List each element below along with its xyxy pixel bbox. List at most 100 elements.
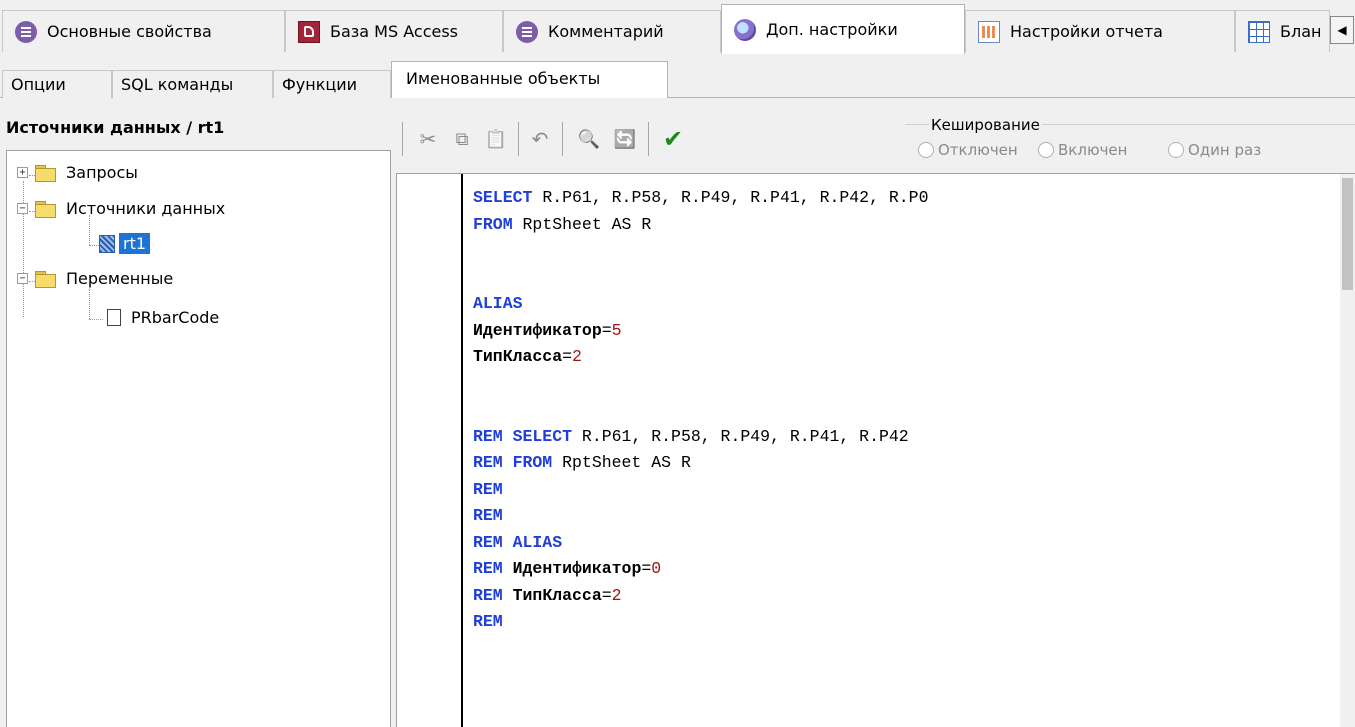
- radio-cache-once[interactable]: Один раз: [1168, 141, 1261, 159]
- report-settings-icon: [978, 20, 1000, 43]
- code-token: ТипКласса: [502, 585, 602, 605]
- find-replace-icon[interactable]: 🔄: [610, 124, 640, 154]
- radio-cache-off[interactable]: Отключен: [918, 141, 1018, 159]
- code-token: REM: [473, 559, 503, 578]
- tab-ms-access-db[interactable]: База MS Access: [285, 10, 503, 52]
- find-icon[interactable]: 🔍: [574, 124, 604, 154]
- code-token: 2: [611, 585, 622, 605]
- code-line: ALIAS: [473, 291, 929, 318]
- tree-item-label: Источники данных: [66, 199, 226, 218]
- tab-label: База MS Access: [330, 22, 458, 41]
- tree-item-queries[interactable]: + Запросы: [17, 163, 138, 182]
- paste-icon[interactable]: 📋: [482, 124, 510, 154]
- radio-label: Включен: [1058, 141, 1128, 159]
- code-token: REM SELECT: [473, 426, 573, 446]
- tab-basic-properties[interactable]: Основные свойства: [2, 10, 285, 52]
- code-token: 5: [611, 320, 622, 340]
- code-token: R.P61, R.P58, R.P49, R.P41, R.P42: [572, 426, 909, 446]
- code-line: SELECT R.P61, R.P58, R.P49, R.P41, R.P42…: [473, 185, 929, 212]
- code-token: Идентификатор: [473, 320, 602, 340]
- folder-icon: [34, 270, 56, 288]
- gutter-divider: [461, 174, 463, 727]
- document-icon: [107, 309, 121, 326]
- tree-item-variables[interactable]: − Переменные: [17, 269, 173, 288]
- tab-label: Комментарий: [548, 22, 664, 41]
- code-token: 0: [651, 559, 662, 578]
- apply-checkmark-icon[interactable]: ✔: [658, 124, 688, 154]
- tab-label: Основные свойства: [47, 22, 212, 41]
- document-purple-icon: [516, 20, 538, 43]
- tree-view[interactable]: + Запросы − Источники данных rt1 − Перем…: [6, 150, 391, 727]
- code-token: REM: [473, 506, 503, 525]
- radio-label: Один раз: [1188, 141, 1262, 159]
- cut-icon[interactable]: ✂: [414, 124, 442, 154]
- datasource-icon: [99, 234, 115, 253]
- code-token: REM: [473, 612, 503, 631]
- code-text[interactable]: SELECT R.P61, R.P58, R.P49, R.P41, R.P42…: [473, 185, 929, 636]
- tab-label: SQL команды: [121, 75, 234, 94]
- code-token: REM: [473, 585, 503, 605]
- tab-sql-commands[interactable]: SQL команды: [112, 70, 273, 98]
- tree-item-label: rt1: [119, 233, 151, 254]
- sub-tab-bar: Опции SQL команды Функции Именованные об…: [0, 58, 1355, 98]
- tab-additional-settings[interactable]: Доп. настройки: [721, 4, 965, 54]
- grid-form-icon: [1248, 20, 1270, 43]
- code-token: SELECT: [473, 188, 533, 207]
- undo-icon[interactable]: ↶: [526, 124, 554, 154]
- panel-title: Источники данных / rt1: [6, 118, 225, 137]
- radio-circle-icon: [1168, 142, 1184, 158]
- expand-icon[interactable]: +: [17, 167, 28, 178]
- code-token: REM FROM: [473, 453, 553, 472]
- code-line: ТипКласса=2: [473, 344, 929, 371]
- tab-options[interactable]: Опции: [2, 70, 112, 98]
- code-token: REM ALIAS: [473, 532, 563, 552]
- tab-named-objects[interactable]: Именованные объекты: [391, 61, 668, 98]
- tree-item-rt1[interactable]: rt1: [99, 233, 151, 254]
- code-line: FROM RptSheet AS R: [473, 212, 929, 239]
- editor-gutter: [397, 174, 461, 727]
- code-token: Идентификатор: [502, 559, 642, 578]
- code-line: REM Идентификатор=0: [473, 556, 929, 583]
- code-line: REM: [473, 503, 929, 530]
- tab-report-settings[interactable]: Настройки отчета: [965, 10, 1235, 52]
- editor-toolbar: ✂ ⧉ 📋 ↶ 🔍 🔄 ✔: [396, 110, 916, 170]
- tree-item-data-sources[interactable]: − Источники данных: [17, 199, 225, 218]
- code-token: RptSheet AS R: [512, 214, 652, 234]
- copy-icon[interactable]: ⧉: [448, 124, 476, 154]
- code-token: REM: [473, 479, 503, 499]
- main-tab-bar: Основные свойства База MS Access Коммент…: [0, 0, 1355, 60]
- code-line: REM: [473, 477, 929, 504]
- tab-blank[interactable]: Блан: [1235, 10, 1330, 52]
- tab-label: Именованные объекты: [406, 69, 601, 88]
- code-line: Идентификатор=5: [473, 318, 929, 345]
- tree-item-label: Запросы: [66, 163, 138, 182]
- code-token: R.P61, R.P58, R.P49, R.P41, R.P42, R.P0: [532, 188, 929, 207]
- code-line: REM ALIAS: [473, 530, 929, 557]
- code-token: ALIAS: [473, 294, 523, 313]
- tree-item-prbarcode[interactable]: PRbarCode: [107, 308, 219, 327]
- document-purple-icon: [15, 20, 37, 43]
- folder-icon: [34, 200, 56, 218]
- code-line: REM: [473, 609, 929, 636]
- code-token: RptSheet AS R: [552, 453, 691, 472]
- collapse-icon[interactable]: −: [17, 203, 28, 214]
- code-token: =: [601, 320, 612, 340]
- tree-item-label: PRbarCode: [131, 308, 220, 327]
- tab-label: Функции: [282, 75, 358, 94]
- tab-scroll-left-button[interactable]: ◀: [1330, 16, 1354, 44]
- tab-functions[interactable]: Функции: [273, 70, 391, 98]
- tab-comment[interactable]: Комментарий: [503, 10, 721, 52]
- radio-cache-on[interactable]: Включен: [1038, 141, 1127, 159]
- code-token: FROM: [473, 214, 513, 234]
- code-token: ТипКласса: [473, 347, 563, 366]
- tab-label: Блан: [1280, 22, 1322, 41]
- radio-circle-icon: [918, 142, 934, 158]
- radio-circle-icon: [1038, 142, 1054, 158]
- code-line: REM ТипКласса=2: [473, 583, 929, 610]
- tree-item-label: Переменные: [66, 269, 174, 288]
- collapse-icon[interactable]: −: [17, 273, 28, 284]
- folder-icon: [34, 164, 56, 182]
- scrollbar-thumb[interactable]: [1342, 178, 1353, 290]
